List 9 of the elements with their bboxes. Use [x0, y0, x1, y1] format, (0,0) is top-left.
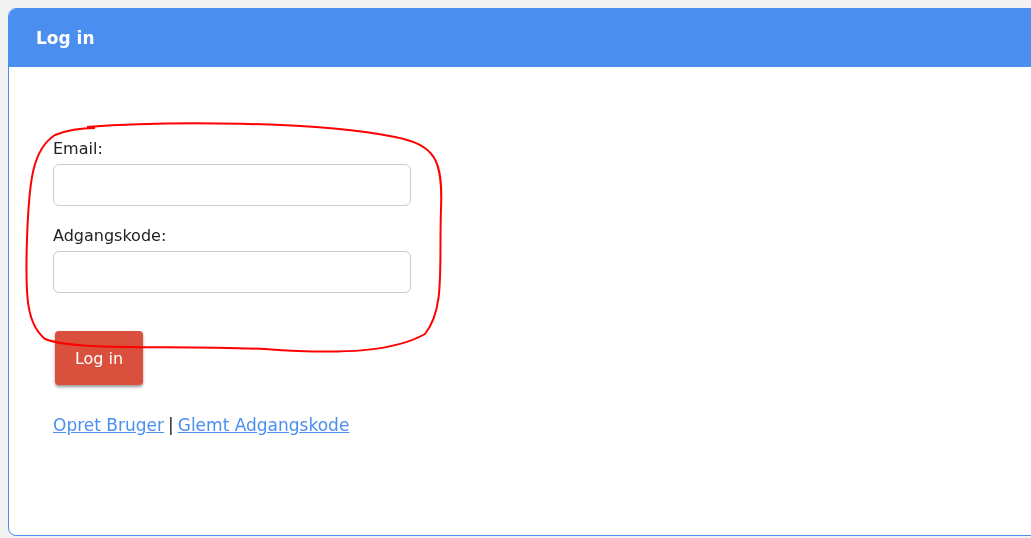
link[interactable]: Glemt Adgangskode: [177, 415, 350, 435]
password-field[interactable]: [53, 251, 411, 293]
login-button[interactable]: Log in: [55, 331, 143, 385]
link[interactable]: Opret Bruger: [53, 415, 164, 435]
link-separator: |: [168, 415, 174, 435]
field-label: Email:: [53, 139, 104, 158]
panel-title: Log in: [36, 28, 95, 48]
email-field[interactable]: [53, 164, 411, 206]
field-label: Adgangskode:: [53, 226, 168, 245]
